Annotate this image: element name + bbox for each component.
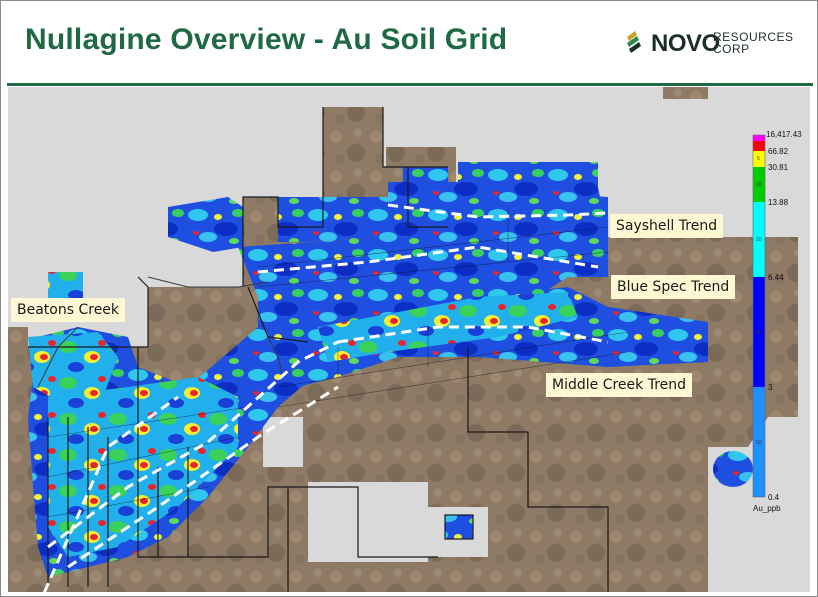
- legend-value-4: 13.88: [768, 198, 789, 207]
- label-middle-creek-trend: Middle Creek Trend: [546, 373, 693, 397]
- label-beatons-creek: Beatons Creek: [11, 298, 126, 322]
- slide: Nullagine Overview - Au Soil Grid NOVO R…: [0, 0, 818, 597]
- page-title: Nullagine Overview - Au Soil Grid: [25, 23, 508, 56]
- logo-subtitle: RESOURCES CORP: [713, 31, 794, 55]
- logo-wordmark: NOVO: [651, 30, 720, 57]
- novo-logo: NOVO RESOURCES CORP: [627, 29, 797, 59]
- logo-subtitle-line2: CORP: [713, 42, 750, 56]
- legend-band-label-5: 50: [756, 330, 762, 336]
- legend-value-1: 16,417.43: [766, 130, 802, 139]
- soil-grid-map: 16,417.43 66.82 30.81 13.88 6.44 3 0.4 A…: [8, 87, 810, 592]
- legend-band-label-2: 5: [757, 156, 760, 162]
- legend-band-label-4: 20: [756, 237, 762, 243]
- legend-value-5: 6.44: [768, 273, 784, 282]
- legend-value-6: 3: [768, 383, 773, 392]
- legend-value-7: 0.4: [768, 493, 780, 502]
- legend-band-label-1: 1: [757, 143, 760, 149]
- label-sayshell-trend: Sayshell Trend: [610, 214, 724, 238]
- legend-band-1: [753, 135, 765, 141]
- au-ppb-legend: [752, 134, 766, 498]
- legend-band-label-6: 50: [756, 440, 762, 446]
- novo-logo-mark-icon: [627, 31, 641, 53]
- legend-band-label-3: 10: [756, 182, 762, 188]
- legend-value-2: 66.82: [768, 147, 789, 156]
- legend-title: Au_ppb: [753, 504, 781, 513]
- label-blue-spec-trend: Blue Spec Trend: [611, 275, 736, 299]
- header-divider: [7, 83, 813, 86]
- legend-value-3: 30.81: [768, 163, 789, 172]
